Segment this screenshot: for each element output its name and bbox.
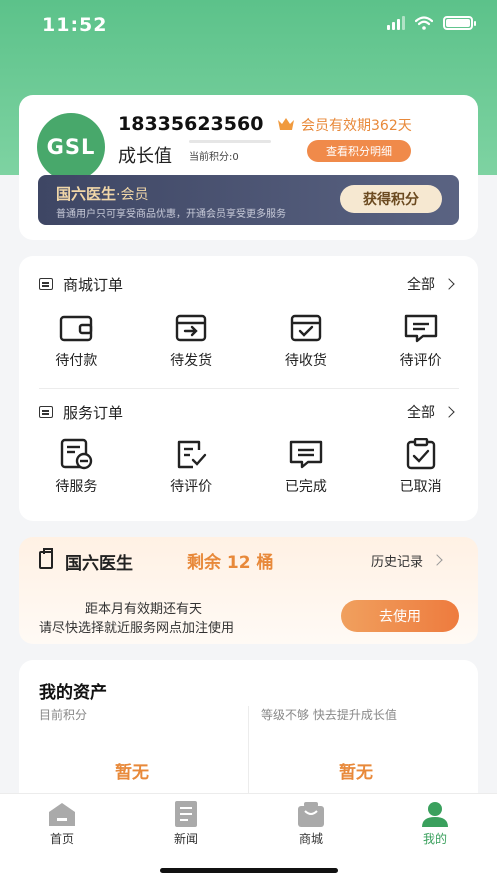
order-label: 已完成 [284, 479, 327, 495]
current-points: 当前积分:0 [189, 152, 239, 163]
vip-banner[interactable]: 国六医生·会员 普通用户只可享受商品优惠，开通会员享受更多服务 获得积分 [38, 175, 459, 225]
service-orders-title: 服务订单 [63, 403, 124, 422]
earn-points-button[interactable]: 获得积分 [340, 185, 442, 213]
vip-title-text: 国六医生 [56, 185, 117, 203]
mall-orders-all-link[interactable]: 全部 [407, 274, 455, 294]
crown-icon [278, 118, 294, 130]
profile-card: GSL 18335623560 会员有效期362天 成长值 当前积分:0 查看积… [19, 95, 478, 240]
assets-title: 我的资产 [39, 683, 107, 703]
status-bar: 11:52 [0, 0, 497, 50]
history-link[interactable]: 历史记录 [371, 551, 443, 570]
hint-text: 请尽快选择就近服务网点加注使用 [39, 621, 235, 636]
wifi-icon [415, 16, 433, 30]
news-icon [175, 801, 197, 827]
home-icon [49, 803, 75, 826]
asset-level[interactable]: 等级不够 快去提升成长值 暂无 [261, 706, 461, 806]
mall-orders-all-label: 全部 [407, 277, 435, 293]
chevron-right-icon [431, 553, 443, 566]
tab-news[interactable]: 新闻 [151, 800, 221, 847]
validity-text: 距本月有效期还有天 [85, 602, 203, 617]
order-pending-review[interactable]: 待评价 [363, 312, 478, 370]
wallet-icon [60, 315, 93, 342]
doctor-title: 国六医生 [65, 554, 133, 574]
clipboard-check-icon [406, 438, 435, 470]
tab-label: 首页 [49, 832, 74, 846]
points-progress-bar [189, 140, 271, 143]
box-arrow-icon [175, 314, 207, 342]
asset-level-value: 暂无 [339, 763, 373, 783]
order-label: 待发货 [170, 353, 213, 369]
home-indicator [160, 868, 338, 873]
tab-mine[interactable]: 我的 [400, 800, 470, 847]
shop-bag-icon [298, 802, 324, 827]
list-icon [39, 278, 53, 290]
view-points-button[interactable]: 查看积分明细 [307, 140, 411, 162]
user-phone: 18335623560 [118, 113, 264, 135]
order-label: 待收货 [284, 353, 327, 369]
signal-icon [387, 16, 405, 30]
vip-title: 国六医生·会员 [56, 183, 148, 204]
growth-label: 成长值 [118, 146, 172, 167]
service-completed[interactable]: 已完成 [249, 438, 364, 496]
order-label: 待付款 [55, 353, 98, 369]
avatar[interactable]: GSL [37, 113, 105, 181]
edit-check-icon [177, 440, 207, 469]
vip-subtitle: 普通用户只可享受商品优惠，开通会员享受更多服务 [56, 209, 286, 220]
tab-shop[interactable]: 商城 [276, 800, 346, 847]
service-orders-header: 服务订单 全部 [39, 400, 459, 424]
list-icon [39, 406, 53, 418]
mall-orders-title: 商城订单 [63, 275, 124, 294]
order-label: 待服务 [55, 479, 98, 495]
divider [39, 388, 459, 389]
use-button[interactable]: 去使用 [341, 600, 459, 632]
asset-points-value: 暂无 [115, 763, 149, 783]
document-service-icon [61, 438, 93, 470]
service-pending-review[interactable]: 待评价 [134, 438, 249, 496]
tab-label: 商城 [298, 832, 323, 846]
chat-done-icon [289, 440, 323, 469]
tab-home[interactable]: 首页 [27, 800, 97, 847]
tab-label: 新闻 [173, 832, 198, 846]
asset-points[interactable]: 目前积分 暂无 [39, 706, 239, 806]
order-label: 待评价 [399, 353, 442, 369]
doctor-card: 国六医生 剩余 12 桶 历史记录 距本月有效期还有天 请尽快选择就近服务网点加… [19, 537, 478, 644]
asset-level-label: 等级不够 快去提升成长值 [261, 708, 397, 722]
box-check-icon [290, 314, 322, 342]
order-label: 已取消 [399, 479, 442, 495]
member-validity: 会员有效期362天 [301, 118, 412, 134]
mall-orders-row: 待付款 待发货 待收货 待评价 [19, 312, 478, 370]
order-label: 待评价 [170, 479, 213, 495]
asset-points-label: 目前积分 [39, 708, 88, 722]
remaining-buckets: 剩余 12 桶 [187, 553, 274, 573]
service-cancelled[interactable]: 已取消 [363, 438, 478, 496]
battery-icon [443, 16, 476, 30]
service-orders-row: 待服务 待评价 已完成 已取消 [19, 438, 478, 496]
order-pending-shipment[interactable]: 待发货 [134, 312, 249, 370]
order-pending-receipt[interactable]: 待收货 [249, 312, 364, 370]
history-label: 历史记录 [371, 555, 424, 570]
orders-card: 商城订单 全部 待付款 待发货 待收货 待评价 服务订单 全部 待服务 待评价 … [19, 256, 478, 521]
vip-title-suffix: ·会员 [116, 187, 149, 203]
service-pending[interactable]: 待服务 [19, 438, 134, 496]
order-pending-payment[interactable]: 待付款 [19, 312, 134, 370]
message-icon [404, 314, 437, 343]
status-time: 11:52 [42, 14, 108, 36]
chevron-right-icon [443, 278, 455, 290]
mall-orders-header: 商城订单 全部 [39, 272, 459, 296]
tab-label: 我的 [422, 832, 447, 846]
divider [248, 706, 249, 798]
status-icons [387, 16, 476, 30]
service-orders-all-label: 全部 [407, 405, 435, 421]
chevron-right-icon [443, 406, 455, 418]
service-orders-all-link[interactable]: 全部 [407, 402, 455, 422]
user-icon [422, 802, 448, 827]
bucket-icon [39, 548, 53, 569]
